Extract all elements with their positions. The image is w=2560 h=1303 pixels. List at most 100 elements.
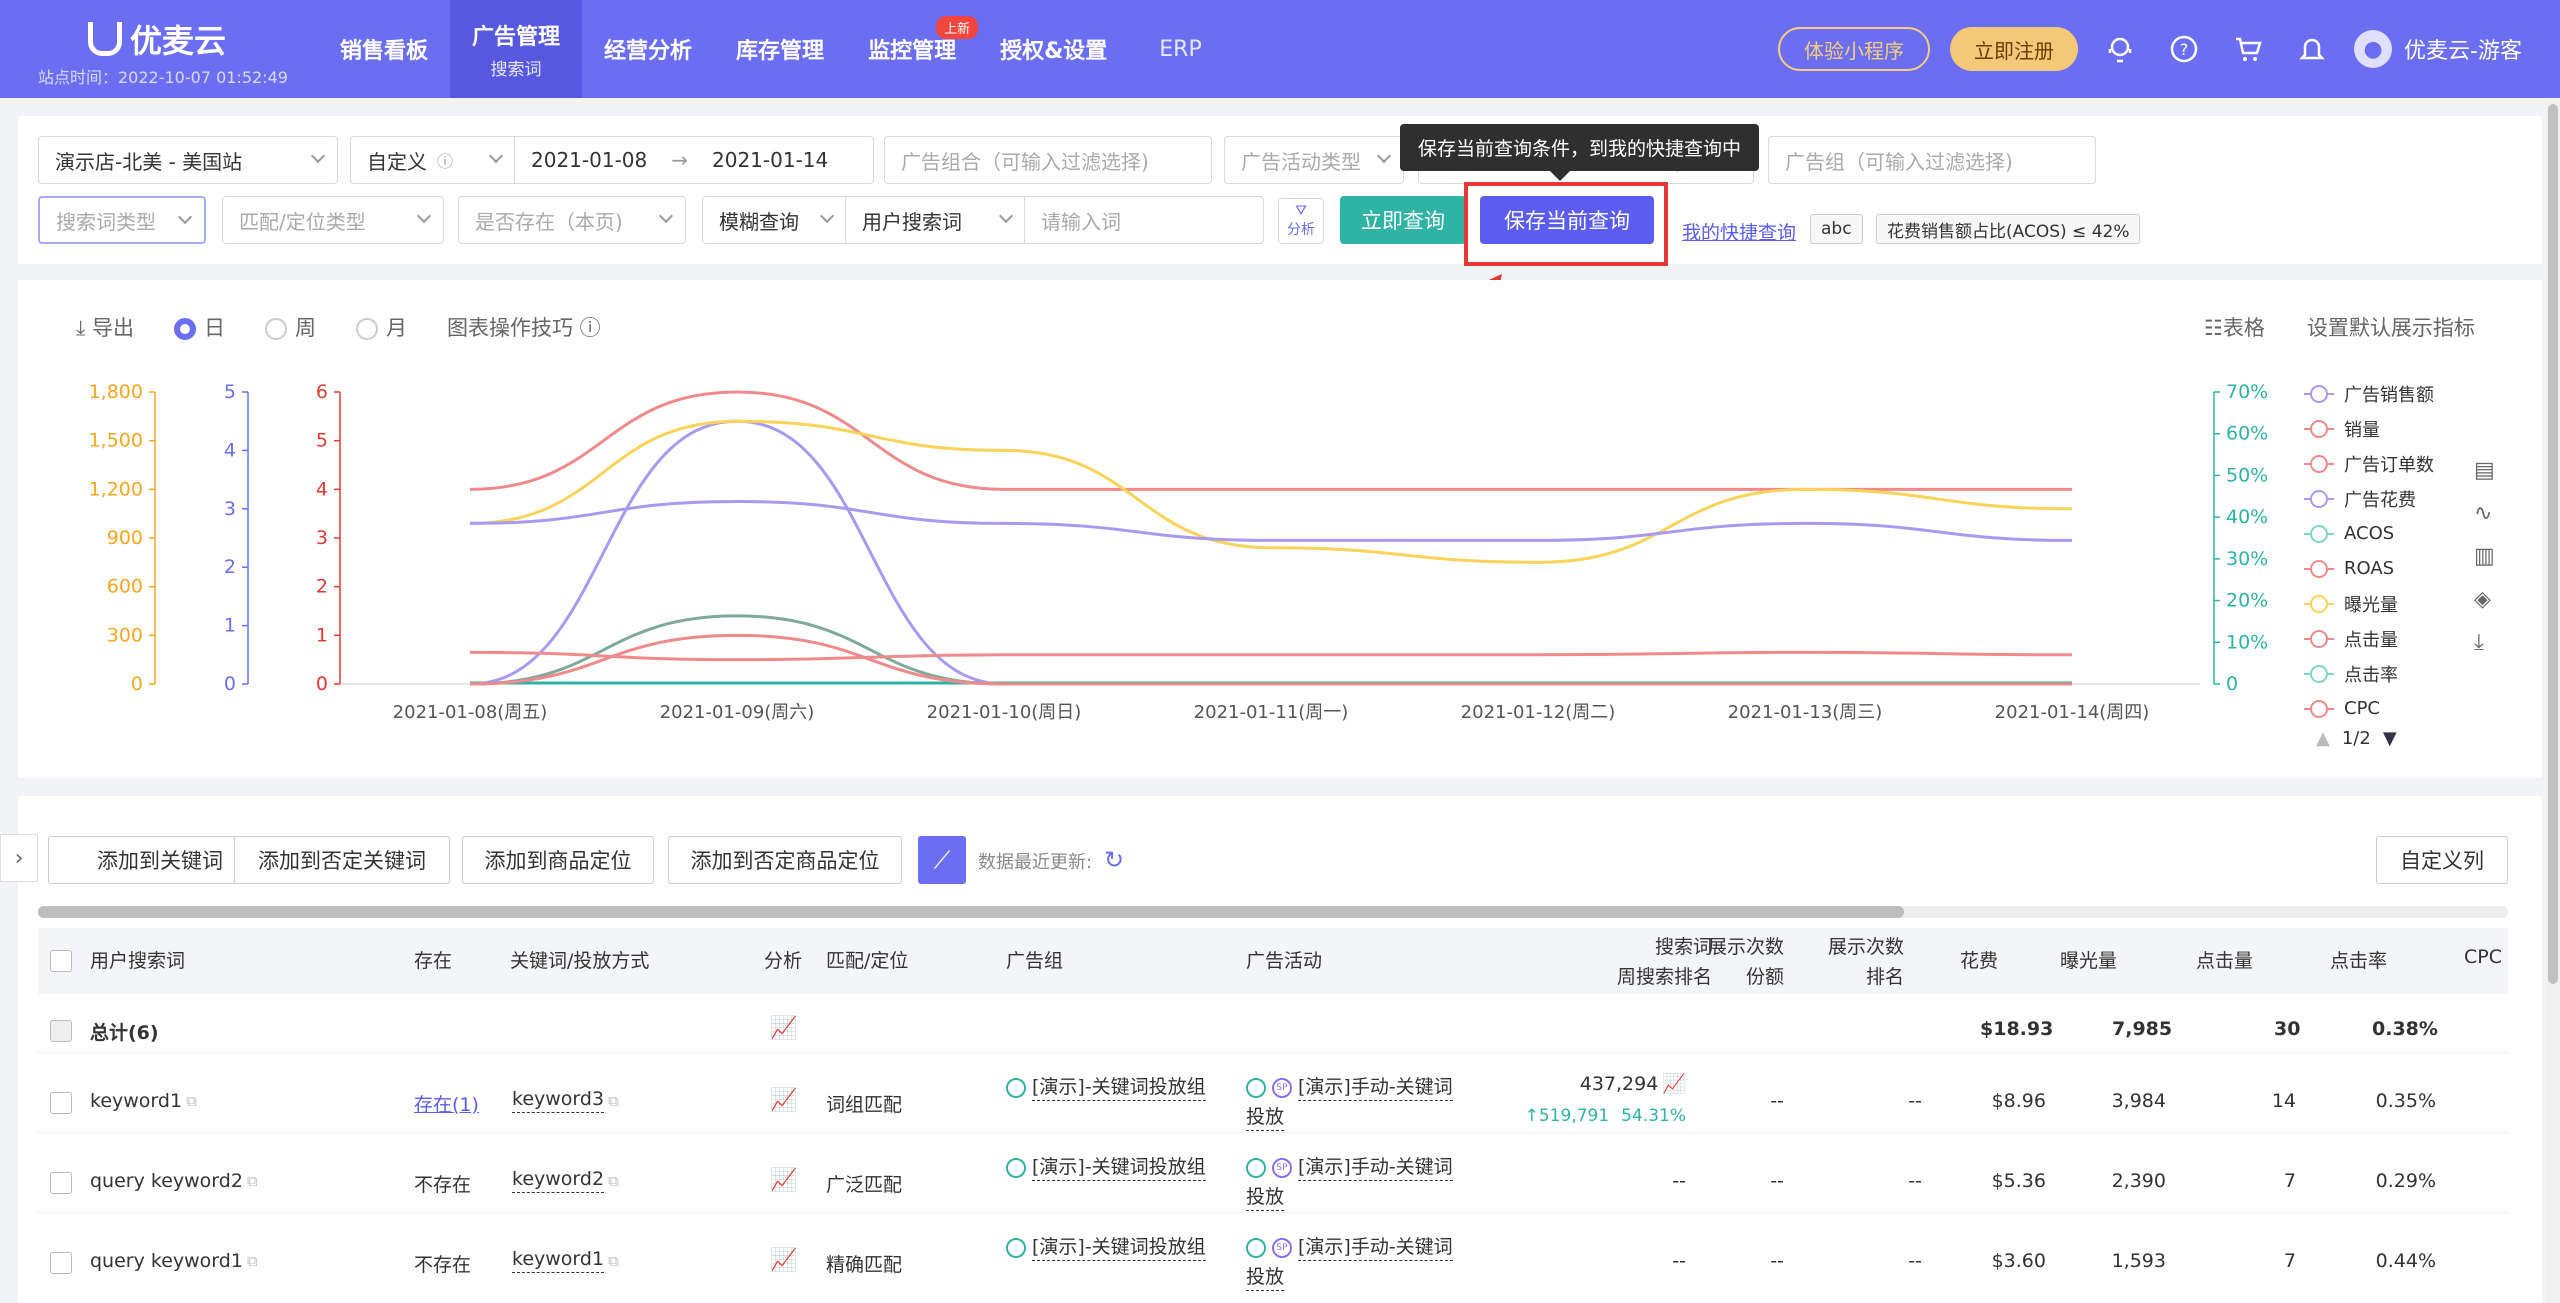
row-keyword[interactable]: keyword2 ⧉ (512, 1168, 619, 1193)
select-all-checkbox[interactable] (50, 950, 72, 972)
exists-select[interactable]: 是否存在（本页) (458, 196, 686, 244)
horizontal-scrollbar[interactable] (38, 906, 2508, 918)
quick-query-tag[interactable]: 花费销售额占比(ACOS) ≤ 42% (1876, 214, 2141, 244)
radio-month[interactable]: 月 (355, 312, 407, 342)
legend-item[interactable]: ROAS (2304, 551, 2464, 586)
date-mode-select[interactable]: 自定义 ⓘ (350, 136, 515, 184)
table-view-button[interactable]: ☷表格 (2204, 312, 2265, 342)
ad-group-combo-input[interactable]: 广告组合（可输入过滤选择) (884, 136, 1212, 184)
fuzzy-select[interactable]: 模糊查询 (702, 196, 846, 244)
logo[interactable]: 优麦云 (88, 16, 226, 62)
rank-trend-icon[interactable]: 📈 (1662, 1072, 1686, 1095)
bell-icon[interactable] (2290, 27, 2334, 71)
expand-sidebar-button[interactable]: › (0, 834, 38, 882)
save-image-icon[interactable]: ⤓ (2474, 630, 2495, 655)
col-impressions[interactable]: 曝光量 (2060, 946, 2117, 973)
quick-query-tag[interactable]: abc (1810, 214, 1863, 244)
page-scrollbar[interactable] (2546, 100, 2560, 1303)
row-search-term[interactable]: query keyword1 ⧉ (90, 1250, 258, 1272)
row-exists[interactable]: 存在(1) (414, 1090, 479, 1117)
nav-erp[interactable]: ERP (1129, 0, 1231, 98)
row-search-term[interactable]: keyword1 ⧉ (90, 1090, 197, 1112)
external-link-icon[interactable]: ⧉ (247, 1252, 258, 1270)
radio-day[interactable]: 日 (173, 312, 225, 342)
nav-inventory[interactable]: 库存管理 (714, 0, 846, 98)
radio-week[interactable]: 周 (264, 312, 316, 342)
query-button[interactable]: 立即查询 (1340, 196, 1466, 244)
refresh-icon[interactable]: ↻ (1104, 846, 1124, 874)
col-clicks[interactable]: 点击量 (2196, 946, 2253, 973)
trend-icon[interactable]: 📈 (770, 1168, 797, 1193)
row-ad-group[interactable]: [演示]-关键词投放组 (1006, 1232, 1212, 1262)
row-search-term[interactable]: query keyword2 ⧉ (90, 1170, 258, 1192)
col-impression-share[interactable]: 展示次数 份额 (1700, 932, 1784, 992)
analysis-filter-button[interactable]: ⛛ 分析 (1278, 198, 1324, 244)
stack-icon[interactable]: ◈ (2474, 587, 2495, 612)
trend-chart-toggle[interactable]: ⟋ (918, 836, 966, 884)
shop-select[interactable]: 演示店-北美 - 美国站 (38, 136, 338, 184)
row-checkbox[interactable] (50, 1092, 72, 1114)
row-exists[interactable]: 不存在 (414, 1170, 471, 1197)
row-checkbox[interactable] (50, 1252, 72, 1274)
legend-item[interactable]: 广告花费 (2304, 481, 2464, 516)
my-quick-query-link[interactable]: 我的快捷查询 (1682, 218, 1796, 245)
trend-icon[interactable]: 📈 (770, 1016, 797, 1041)
default-metrics-button[interactable]: 设置默认展示指标 (2307, 312, 2475, 342)
external-link-icon[interactable]: ⧉ (186, 1092, 197, 1110)
legend-item[interactable]: 点击率 (2304, 656, 2464, 691)
col-impression-rank[interactable]: 展示次数 排名 (1818, 932, 1904, 992)
nav-monitoring[interactable]: 监控管理 上新 (846, 0, 979, 98)
col-spend[interactable]: 花费 (1960, 946, 1998, 973)
scrollbar-thumb[interactable] (38, 906, 1904, 918)
chart-tips[interactable]: 图表操作技巧 ⓘ (447, 312, 601, 342)
add-to-negative-product-target-button[interactable]: 添加到否定商品定位 (668, 836, 902, 884)
date-range-picker[interactable]: 2021-01-08 → 2021-01-14 (514, 136, 874, 184)
ad-group-input[interactable]: 广告组（可输入过滤选择) (1768, 136, 2096, 184)
help-icon[interactable]: ? (2162, 27, 2206, 71)
match-type-select[interactable]: 匹配/定位类型 (222, 196, 444, 244)
external-link-icon[interactable]: ⧉ (608, 1252, 619, 1270)
trend-icon[interactable]: 📈 (770, 1088, 797, 1113)
page-scrollbar-thumb[interactable] (2548, 104, 2558, 984)
external-link-icon[interactable]: ⧉ (247, 1172, 258, 1190)
row-ad-group[interactable]: [演示]-关键词投放组 (1006, 1152, 1212, 1182)
nav-ad-management[interactable]: 广告管理 搜索词 (450, 0, 583, 98)
legend-item[interactable]: 点击量 (2304, 621, 2464, 656)
add-to-product-target-button[interactable]: 添加到商品定位 (462, 836, 654, 884)
page-up-icon[interactable]: ▲ (2316, 728, 2330, 749)
register-button[interactable]: 立即注册 (1950, 27, 2079, 71)
trend-icon[interactable]: 📈 (770, 1248, 797, 1273)
legend-item[interactable]: ACOS (2304, 516, 2464, 551)
bar-switch-icon[interactable]: ▥ (2474, 544, 2495, 569)
legend-item[interactable]: 广告销售额 (2304, 376, 2464, 411)
mini-program-button[interactable]: 体验小程序 (1778, 27, 1931, 71)
col-keyword[interactable]: 关键词/投放方式 (510, 946, 649, 973)
ad-type-select[interactable]: 广告活动类型 (1224, 136, 1404, 184)
row-keyword[interactable]: keyword3 ⧉ (512, 1088, 619, 1113)
row-campaign[interactable]: SP [演示]手动-关键词投放 (1246, 1152, 1454, 1212)
legend-item[interactable]: 广告订单数 (2304, 446, 2464, 481)
col-exists[interactable]: 存在 (414, 946, 452, 973)
row-ad-group[interactable]: [演示]-关键词投放组 (1006, 1072, 1212, 1102)
cart-icon[interactable] (2226, 27, 2270, 71)
page-down-icon[interactable]: ▼ (2383, 728, 2397, 749)
legend-item[interactable]: CPC (2304, 691, 2464, 726)
export-button[interactable]: ⤓ 导出 (76, 312, 134, 342)
keyword-input[interactable]: 请输入词 (1024, 196, 1264, 244)
nav-business-analysis[interactable]: 经营分析 (582, 0, 714, 98)
nav-sales-dashboard[interactable]: 销售看板 (318, 0, 450, 98)
legend-item[interactable]: 销量 (2304, 411, 2464, 446)
save-query-button[interactable]: 保存当前查询 (1480, 196, 1654, 244)
col-ctr[interactable]: 点击率 (2330, 946, 2387, 973)
row-exists[interactable]: 不存在 (414, 1250, 471, 1277)
data-view-icon[interactable]: ▤ (2474, 458, 2495, 483)
external-link-icon[interactable]: ⧉ (608, 1172, 619, 1190)
col-weekly-rank[interactable]: 搜索词 周搜索排名 (1556, 932, 1712, 992)
row-checkbox[interactable] (50, 1172, 72, 1194)
row-keyword[interactable]: keyword1 ⧉ (512, 1248, 619, 1273)
col-user-search-term[interactable]: 用户搜索词 (90, 946, 185, 973)
col-cpc[interactable]: CPC (2464, 946, 2502, 968)
row-campaign[interactable]: SP [演示]手动-关键词投放 (1246, 1232, 1454, 1292)
nav-auth-settings[interactable]: 授权&设置 (978, 0, 1129, 98)
avatar[interactable]: ● (2354, 30, 2393, 68)
